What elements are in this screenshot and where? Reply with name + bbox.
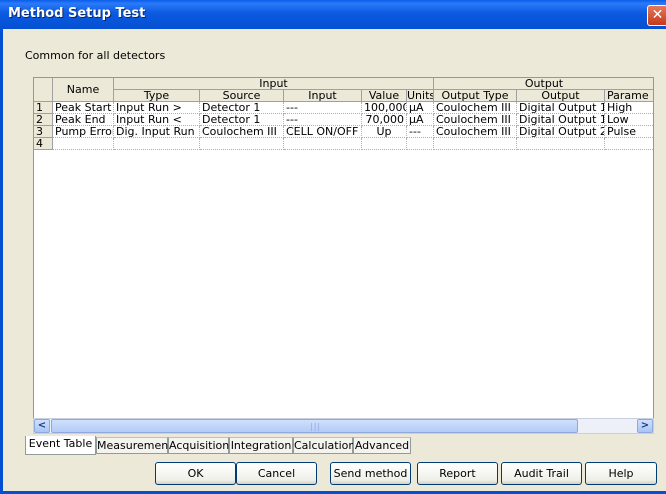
scroll-left-icon[interactable]: < [34, 419, 50, 433]
table-cell-parameter[interactable]: High [605, 102, 653, 114]
column-header-output[interactable]: Output [517, 90, 605, 102]
table-cell-value[interactable]: Up [362, 126, 407, 138]
row-number[interactable]: 4 [34, 138, 53, 150]
audit-trail-button[interactable]: Audit Trail [501, 462, 582, 485]
send-method-button[interactable]: Send method [330, 462, 411, 485]
table-cell-units[interactable] [407, 138, 434, 150]
table-cell-parameter[interactable]: Pulse [605, 126, 653, 138]
table-cell-source[interactable]: Detector 1 [200, 102, 284, 114]
close-icon[interactable]: ✕ [647, 5, 666, 26]
table-cell-units[interactable]: --- [407, 126, 434, 138]
row-number[interactable]: 1 [34, 102, 53, 114]
table-cell-output[interactable]: Digital Output 1 [517, 102, 605, 114]
column-header-source[interactable]: Source [200, 90, 284, 102]
table-cell-type[interactable]: Input Run < [114, 114, 200, 126]
table-cell-units[interactable]: µA [407, 102, 434, 114]
column-header-value[interactable]: Value [362, 90, 407, 102]
scroll-thumb[interactable]: ||| [51, 419, 578, 433]
table-cell-parameter[interactable] [605, 138, 653, 150]
tab-calculation[interactable]: Calculation [293, 437, 355, 454]
window-title: Method Setup Test [8, 6, 146, 21]
table-cell-output[interactable]: Digital Output 2 [517, 126, 605, 138]
tab-advanced[interactable]: Advanced [353, 437, 411, 454]
tab-integration[interactable]: Integration [229, 437, 293, 454]
table-cell-output-type[interactable]: Coulochem III [434, 126, 517, 138]
table-cell-output[interactable] [517, 138, 605, 150]
table-cell-input[interactable]: --- [284, 102, 362, 114]
column-header-input[interactable]: Input [284, 90, 362, 102]
table-cell-source[interactable]: Coulochem III [200, 126, 284, 138]
table-cell-output-type[interactable] [434, 138, 517, 150]
column-header-parameter[interactable]: Parame [605, 90, 653, 102]
table-cell-units[interactable]: µA [407, 114, 434, 126]
column-header-units[interactable]: Units [407, 90, 434, 102]
row-number[interactable]: 3 [34, 126, 53, 138]
table-cell-name[interactable] [53, 138, 114, 150]
corner-header [34, 78, 53, 102]
horizontal-scrollbar[interactable]: < ||| > [33, 418, 654, 434]
column-header-name[interactable]: Name [53, 78, 114, 102]
tab-event-table[interactable]: Event Table [25, 436, 96, 455]
table-cell-type[interactable]: Input Run > [114, 102, 200, 114]
column-header-type[interactable]: Type [114, 90, 200, 102]
title-bar: Method Setup Test ✕ [0, 0, 666, 29]
table-cell-output[interactable]: Digital Output 1 [517, 114, 605, 126]
table-cell-value[interactable]: 100,000 [362, 102, 407, 114]
ok-button[interactable]: OK [155, 462, 236, 485]
group-header-input: Input [114, 78, 434, 90]
table-cell-name[interactable]: Peak Start [53, 102, 114, 114]
scroll-right-icon[interactable]: > [637, 419, 653, 433]
group-header-output: Output [434, 78, 653, 90]
cancel-button[interactable]: Cancel [236, 462, 317, 485]
help-button[interactable]: Help [585, 462, 657, 485]
tab-measurement[interactable]: Measurement [96, 437, 173, 454]
report-button[interactable]: Report [417, 462, 498, 485]
table-cell-source[interactable]: Detector 1 [200, 114, 284, 126]
row-number[interactable]: 2 [34, 114, 53, 126]
table-cell-output-type[interactable]: Coulochem III [434, 102, 517, 114]
table-cell-name[interactable]: Pump Error [53, 126, 114, 138]
tab-acquisition[interactable]: Acquisition [168, 437, 229, 454]
section-label: Common for all detectors [25, 49, 166, 62]
table-cell-input[interactable]: CELL ON/OFF [284, 126, 362, 138]
scroll-grip-icon: ||| [310, 422, 322, 431]
table-cell-output-type[interactable]: Coulochem III [434, 114, 517, 126]
table-cell-value[interactable]: 70,000 [362, 114, 407, 126]
table-cell-input[interactable] [284, 138, 362, 150]
table-cell-value[interactable] [362, 138, 407, 150]
table-cell-source[interactable] [200, 138, 284, 150]
table-cell-parameter[interactable]: Low [605, 114, 653, 126]
table-cell-type[interactable]: Dig. Input Run [114, 126, 200, 138]
event-table-grid[interactable]: Name Input Output Type Source Input Valu… [33, 77, 654, 433]
table-cell-type[interactable] [114, 138, 200, 150]
table-cell-name[interactable]: Peak End [53, 114, 114, 126]
column-header-output-type[interactable]: Output Type [434, 90, 517, 102]
table-cell-input[interactable]: --- [284, 114, 362, 126]
